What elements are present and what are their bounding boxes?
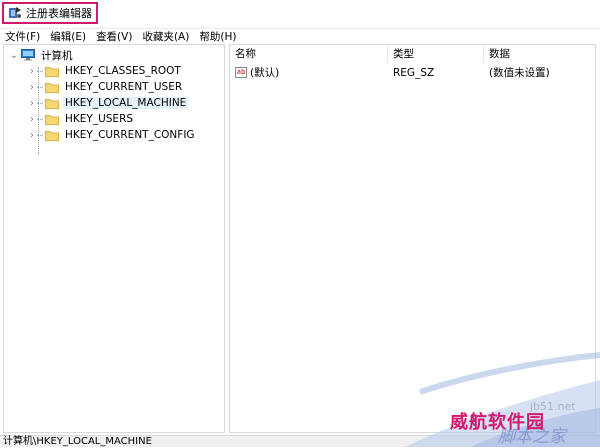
chevron-down-icon[interactable]: ⌄	[9, 50, 19, 61]
chevron-right-icon[interactable]: ›	[27, 130, 37, 141]
tree-root[interactable]: ⌄ 计算机	[9, 47, 75, 63]
tree-item-label: HKEY_USERS	[65, 113, 134, 125]
watermark-site: 脚本之家	[498, 427, 566, 447]
menu-edit[interactable]: 编辑(E)	[45, 29, 91, 44]
tree-dots	[37, 134, 43, 136]
tree-dots	[37, 70, 43, 72]
menu-help[interactable]: 帮助(H)	[194, 29, 241, 44]
column-header-name[interactable]: 名称	[230, 45, 388, 63]
value-type: REG_SZ	[393, 67, 435, 79]
folder-icon	[45, 98, 59, 109]
title-bar: 注册表编辑器	[0, 0, 600, 29]
value-name: (默认)	[250, 67, 280, 79]
registry-editor-icon	[9, 7, 21, 18]
chevron-right-icon[interactable]: ›	[27, 98, 37, 109]
values-list-pane[interactable]: 名称 类型 数据 ab (默认) REG_SZ (数值未设置)	[229, 44, 596, 433]
tree-item-hkey-local-machine[interactable]: › HKEY_LOCAL_MACHINE	[27, 95, 189, 111]
title-highlight-box: 注册表编辑器	[2, 2, 98, 24]
tree-item-label: HKEY_CURRENT_USER	[65, 81, 183, 93]
computer-icon	[21, 49, 35, 61]
menu-bar: 文件(F) 编辑(E) 查看(V) 收藏夹(A) 帮助(H)	[0, 28, 600, 44]
tree-item-label: HKEY_CURRENT_CONFIG	[65, 129, 195, 141]
folder-icon	[45, 114, 59, 125]
tree-pane[interactable]: ⌄ 计算机 › HKEY_CLASSES_ROOT › HKEY_CURRENT…	[3, 44, 225, 433]
tree-item-hkey-users[interactable]: › HKEY_USERS	[27, 111, 135, 127]
folder-icon	[45, 66, 59, 77]
menu-view[interactable]: 查看(V)	[91, 29, 137, 44]
folder-icon	[45, 82, 59, 93]
tree-item-hkey-classes-root[interactable]: › HKEY_CLASSES_ROOT	[27, 63, 183, 79]
folder-icon	[45, 130, 59, 141]
chevron-right-icon[interactable]: ›	[27, 66, 37, 77]
menu-favorites[interactable]: 收藏夹(A)	[137, 29, 194, 44]
tree-dots	[37, 86, 43, 88]
tree-root-label: 计算机	[41, 49, 73, 62]
tree-item-label: HKEY_CLASSES_ROOT	[65, 65, 181, 77]
column-header-type[interactable]: 类型	[388, 45, 484, 63]
tree-dots	[37, 118, 43, 120]
string-value-icon: ab	[235, 67, 247, 78]
list-header: 名称 类型 数据	[230, 45, 595, 63]
tree-dots	[37, 102, 43, 104]
tree-item-label-selected: HKEY_LOCAL_MACHINE	[63, 97, 189, 109]
chevron-right-icon[interactable]: ›	[27, 114, 37, 125]
tree-item-hkey-current-config[interactable]: › HKEY_CURRENT_CONFIG	[27, 127, 197, 143]
column-header-data[interactable]: 数据	[484, 45, 595, 63]
list-row-default[interactable]: ab (默认) REG_SZ (数值未设置)	[230, 65, 595, 81]
status-path: 计算机\HKEY_LOCAL_MACHINE	[3, 436, 152, 447]
window-title: 注册表编辑器	[26, 7, 92, 20]
chevron-right-icon[interactable]: ›	[27, 82, 37, 93]
value-data: (数值未设置)	[489, 67, 550, 79]
menu-file[interactable]: 文件(F)	[0, 29, 45, 44]
tree-item-hkey-current-user[interactable]: › HKEY_CURRENT_USER	[27, 79, 184, 95]
